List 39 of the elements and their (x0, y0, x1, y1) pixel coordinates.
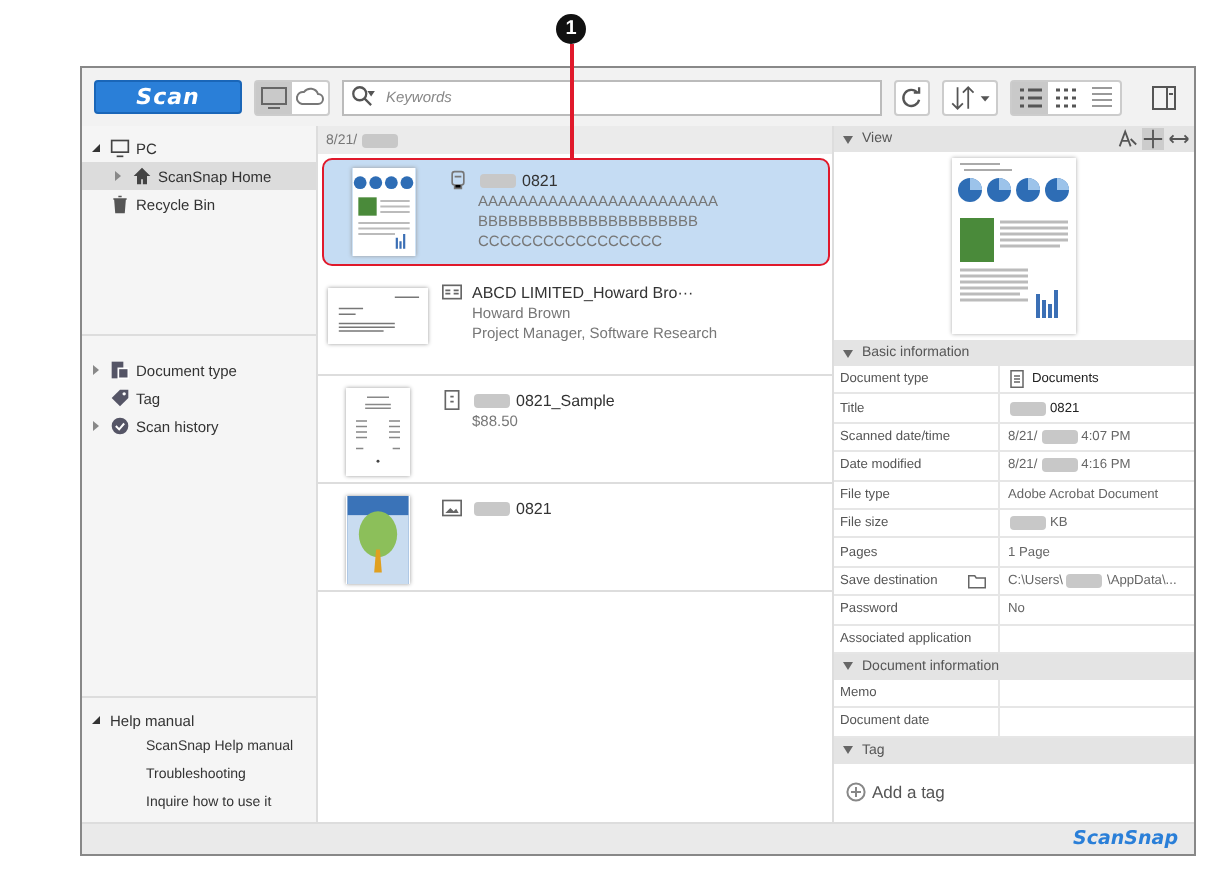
house-icon (132, 166, 152, 186)
scansnap-logo: ScanSnap (1073, 828, 1178, 850)
move-icon[interactable] (1142, 128, 1164, 150)
document-title: 0821_Sample (516, 391, 615, 409)
receipt-icon (442, 390, 462, 410)
document-title: 0821 (522, 171, 558, 189)
image-icon (442, 498, 462, 518)
document-item[interactable]: 0821 (318, 488, 832, 592)
document-type-icon (110, 360, 130, 380)
trash-icon (110, 194, 130, 214)
add-tag-button[interactable]: Add a tag (846, 782, 945, 803)
scan-button[interactable]: Scan (94, 80, 242, 114)
monitor-icon (110, 138, 130, 158)
tree-photo-thumbnail-drawing (346, 496, 410, 584)
plus-circle-icon (846, 782, 866, 803)
refresh-icon[interactable] (894, 79, 930, 115)
receipt-thumbnail-drawing (346, 388, 410, 476)
callout-number: 1 (556, 14, 586, 44)
collapse-triangle-icon[interactable] (842, 133, 854, 145)
document-thumbnail-drawing (352, 168, 416, 256)
leader-line (570, 44, 573, 160)
check-circle-icon (110, 416, 130, 436)
document-title: 0821 (516, 499, 552, 517)
list-view-icon[interactable] (1012, 81, 1048, 113)
sort-icon[interactable] (942, 79, 998, 115)
folder-icon[interactable] (968, 571, 986, 590)
expander-icon[interactable] (90, 142, 102, 154)
business-card-thumbnail-drawing (328, 288, 428, 344)
id-card-icon (442, 282, 462, 302)
document-icon (1008, 370, 1026, 389)
text-select-icon[interactable] (1116, 128, 1138, 150)
monitor-icon[interactable] (256, 81, 292, 113)
document-title: ABCD LIMITED_Howard Bro··· (472, 283, 694, 301)
collapse-triangle-icon[interactable] (842, 660, 854, 673)
expander-icon[interactable] (90, 714, 102, 726)
tag-icon (110, 388, 130, 408)
scanner-icon (448, 170, 468, 190)
collapse-triangle-icon[interactable] (842, 744, 854, 757)
collapse-triangle-icon[interactable] (842, 347, 854, 359)
